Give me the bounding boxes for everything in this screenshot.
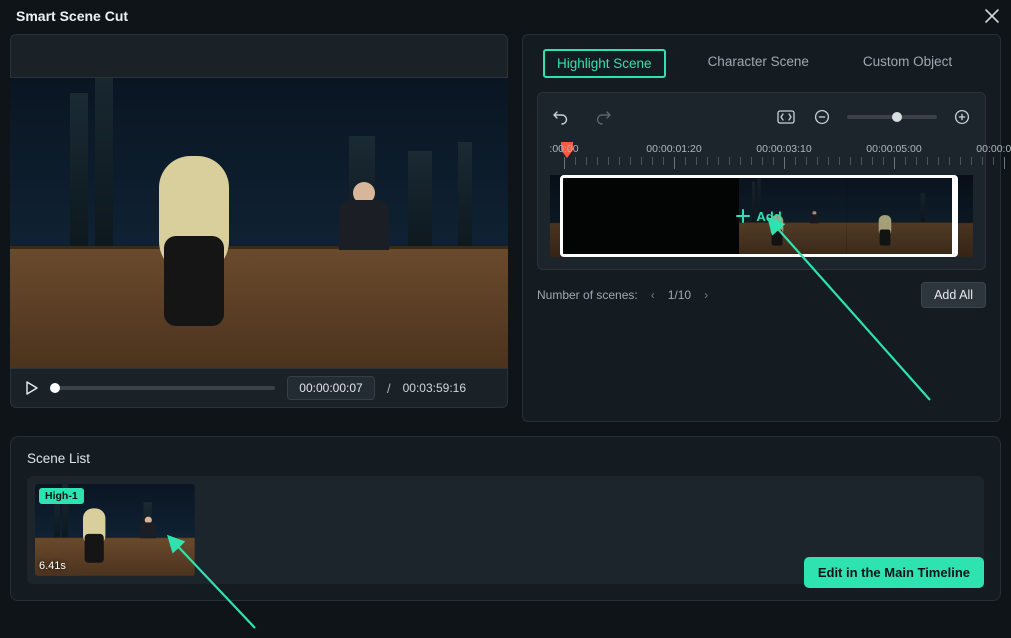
zoom-slider[interactable] <box>847 115 937 119</box>
trim-handle-right[interactable] <box>952 178 958 254</box>
redo-button[interactable] <box>592 106 614 128</box>
selected-clip[interactable]: Add <box>560 175 958 257</box>
scene-list-title: Scene List <box>27 451 984 466</box>
edit-main-timeline-button[interactable]: Edit in the Main Timeline <box>804 557 984 588</box>
scene-list-panel: Scene List High-1 6.41s Edit in the Main… <box>10 436 1001 601</box>
scene-count-label: Number of scenes: <box>537 288 638 302</box>
video-frame <box>10 78 508 368</box>
undo-button[interactable] <box>550 106 572 128</box>
timeline-panel: :00:0000:00:01:2000:00:03:1000:00:05:000… <box>537 92 986 270</box>
tab-character-scene[interactable]: Character Scene <box>696 49 821 78</box>
scene-count-row: Number of scenes: ‹ 1/10 › Add All <box>523 270 1000 308</box>
tabs: Highlight Scene Character Scene Custom O… <box>523 35 1000 92</box>
time-separator: / <box>387 381 391 396</box>
fit-timeline-button[interactable] <box>775 106 797 128</box>
scene-duration: 6.41s <box>39 560 66 572</box>
zoom-out-button[interactable] <box>811 106 833 128</box>
clip-row: Add <box>550 175 973 257</box>
preview-header <box>10 34 508 78</box>
ruler-label: 00:00:05:00 <box>866 143 921 155</box>
preview-video[interactable] <box>10 78 508 368</box>
add-clip-button[interactable]: Add <box>563 178 955 254</box>
timeline-toolbar <box>550 103 973 131</box>
duration: 00:03:59:16 <box>403 381 466 395</box>
prev-scene-button[interactable]: ‹ <box>646 288 660 302</box>
scene-card[interactable]: High-1 6.41s <box>35 484 195 576</box>
current-time: 00:00:00:07 <box>287 376 375 400</box>
add-all-button[interactable]: Add All <box>921 282 986 308</box>
playback-controls: 00:00:00:07 / 00:03:59:16 <box>10 368 508 408</box>
zoom-in-button[interactable] <box>951 106 973 128</box>
add-clip-label: Add <box>756 209 781 224</box>
close-button[interactable] <box>985 9 999 23</box>
preview-panel: 00:00:00:07 / 00:03:59:16 <box>10 34 508 422</box>
ruler-label: :00:00 <box>549 143 578 155</box>
titlebar: Smart Scene Cut <box>0 0 1011 34</box>
ruler-label: 00:00:03:10 <box>756 143 811 155</box>
scene-count-value: 1/10 <box>668 288 691 302</box>
seek-slider[interactable] <box>55 386 275 390</box>
next-scene-button[interactable]: › <box>699 288 713 302</box>
tab-custom-object[interactable]: Custom Object <box>851 49 964 78</box>
ruler-label: 00:00:06:20 <box>976 143 1011 155</box>
tab-highlight-scene[interactable]: Highlight Scene <box>543 49 666 78</box>
plus-icon <box>736 209 750 223</box>
scene-detection-panel: Highlight Scene Character Scene Custom O… <box>522 34 1001 422</box>
window-title: Smart Scene Cut <box>16 8 128 24</box>
smart-scene-cut-window: Smart Scene Cut <box>0 0 1011 638</box>
play-button[interactable] <box>21 377 43 399</box>
timeline-ruler[interactable]: :00:0000:00:01:2000:00:03:1000:00:05:000… <box>550 143 973 173</box>
upper-area: 00:00:00:07 / 00:03:59:16 Highlight Scen… <box>0 34 1011 422</box>
ruler-label: 00:00:01:20 <box>646 143 701 155</box>
scene-badge: High-1 <box>39 488 84 504</box>
